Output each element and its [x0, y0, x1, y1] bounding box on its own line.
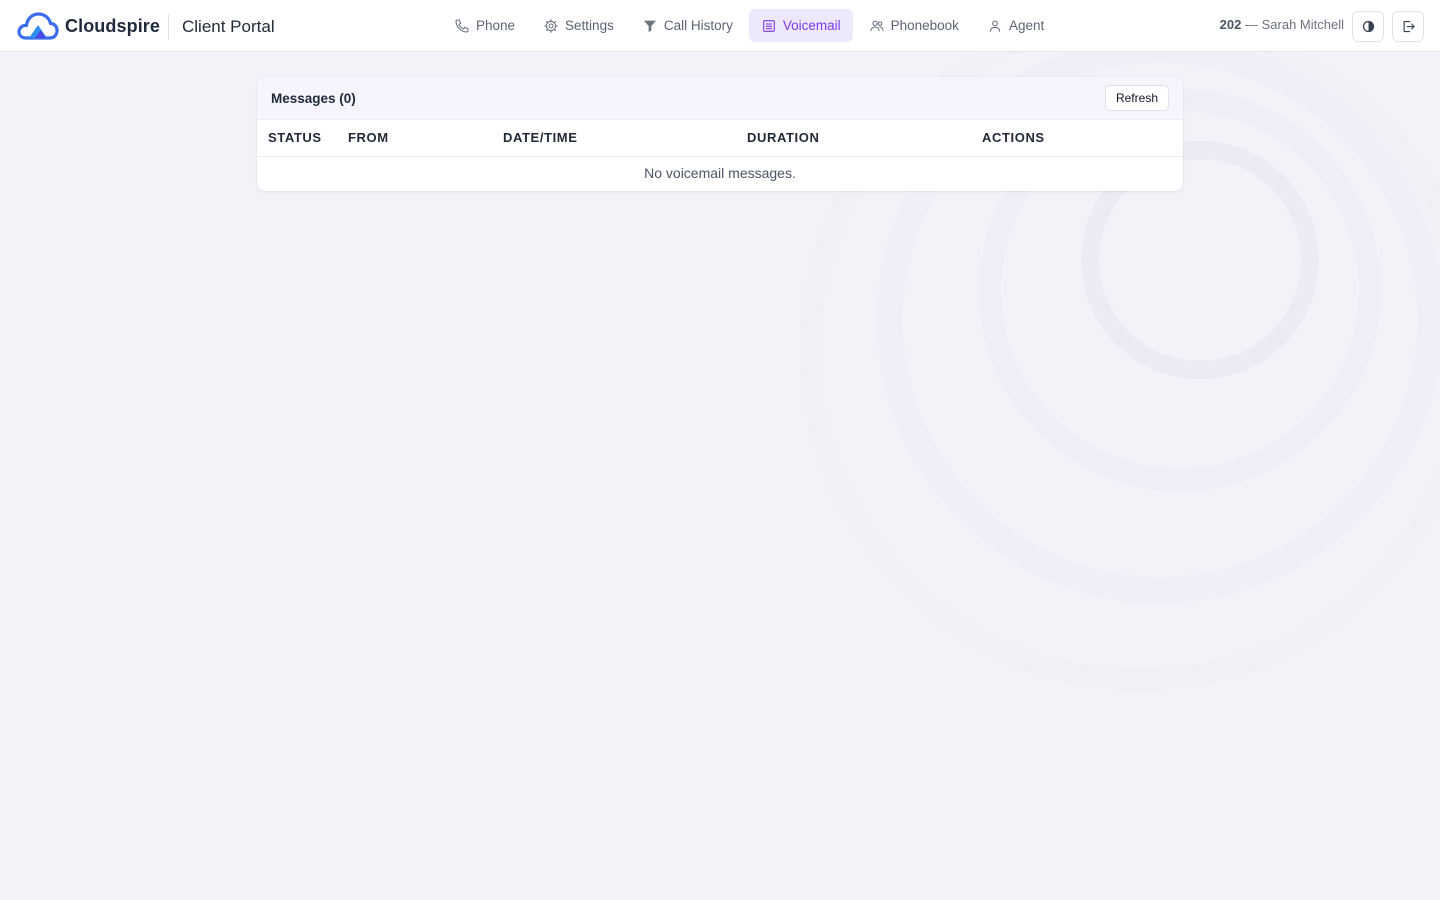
cloudspire-logo-icon: [17, 12, 59, 40]
portal-title: Client Portal: [182, 17, 275, 36]
gear-icon: [544, 18, 558, 33]
nav-label-call-history: Call History: [663, 18, 733, 33]
table-header-row: STATUS FROM DATE/TIME DURATION ACTIONS: [257, 120, 1183, 157]
brand[interactable]: Cloudspire: [17, 10, 160, 42]
nav-item-settings[interactable]: Settings: [531, 9, 626, 42]
nav-item-agent[interactable]: Agent: [975, 9, 1056, 42]
voicemail-table: STATUS FROM DATE/TIME DURATION ACTIONS N…: [257, 120, 1183, 190]
nav-label-phonebook: Phonebook: [890, 18, 959, 33]
nav-item-phone[interactable]: Phone: [442, 9, 527, 42]
user-name: Sarah Mitchell: [1261, 17, 1344, 32]
logout-button[interactable]: [1392, 11, 1424, 42]
refresh-button[interactable]: Refresh: [1104, 85, 1169, 111]
header-divider: [168, 14, 169, 40]
voicemail-messages-card: Messages (0) Refresh STATUS FROM DATE/TI…: [257, 77, 1183, 191]
voicemail-list-icon: [762, 19, 775, 32]
messages-title: Messages (0): [271, 90, 356, 106]
empty-state-message: No voicemail messages.: [644, 165, 796, 182]
contrast-icon: [1362, 20, 1374, 33]
nav-item-phonebook[interactable]: Phonebook: [857, 9, 971, 42]
user-extension: 202: [1219, 17, 1242, 32]
theme-toggle-button[interactable]: [1352, 11, 1384, 42]
column-actions: ACTIONS: [971, 120, 1183, 157]
logout-icon: [1403, 20, 1415, 33]
nav-item-voicemail[interactable]: Voicemail: [748, 9, 853, 42]
phone-icon: [455, 18, 469, 33]
column-from[interactable]: FROM: [337, 120, 492, 157]
nav-label-agent: Agent: [1008, 18, 1045, 33]
brand-name: Cloudspire: [65, 15, 161, 36]
users-icon: [870, 20, 884, 31]
card-header: Messages (0) Refresh: [257, 77, 1183, 120]
column-date-time[interactable]: DATE/TIME: [492, 120, 736, 157]
top-navigation-bar: Cloudspire Client Portal Phone Settings …: [0, 0, 1440, 52]
user-icon: [989, 19, 1001, 32]
nav-label-phone: Phone: [476, 18, 516, 33]
user-separator: —: [1245, 17, 1258, 32]
column-status[interactable]: STATUS: [257, 120, 337, 157]
nav-item-call-history[interactable]: Call History: [630, 9, 745, 42]
main-nav: Phone Settings Call History Voicemail Ph…: [442, 9, 1056, 42]
current-user: 202 — Sarah Mitchell: [1220, 17, 1344, 32]
nav-label-voicemail: Voicemail: [782, 18, 841, 33]
nav-label-settings: Settings: [565, 18, 614, 33]
empty-row: No voicemail messages.: [257, 156, 1183, 190]
column-duration[interactable]: DURATION: [736, 120, 971, 157]
filter-icon: [643, 20, 656, 32]
